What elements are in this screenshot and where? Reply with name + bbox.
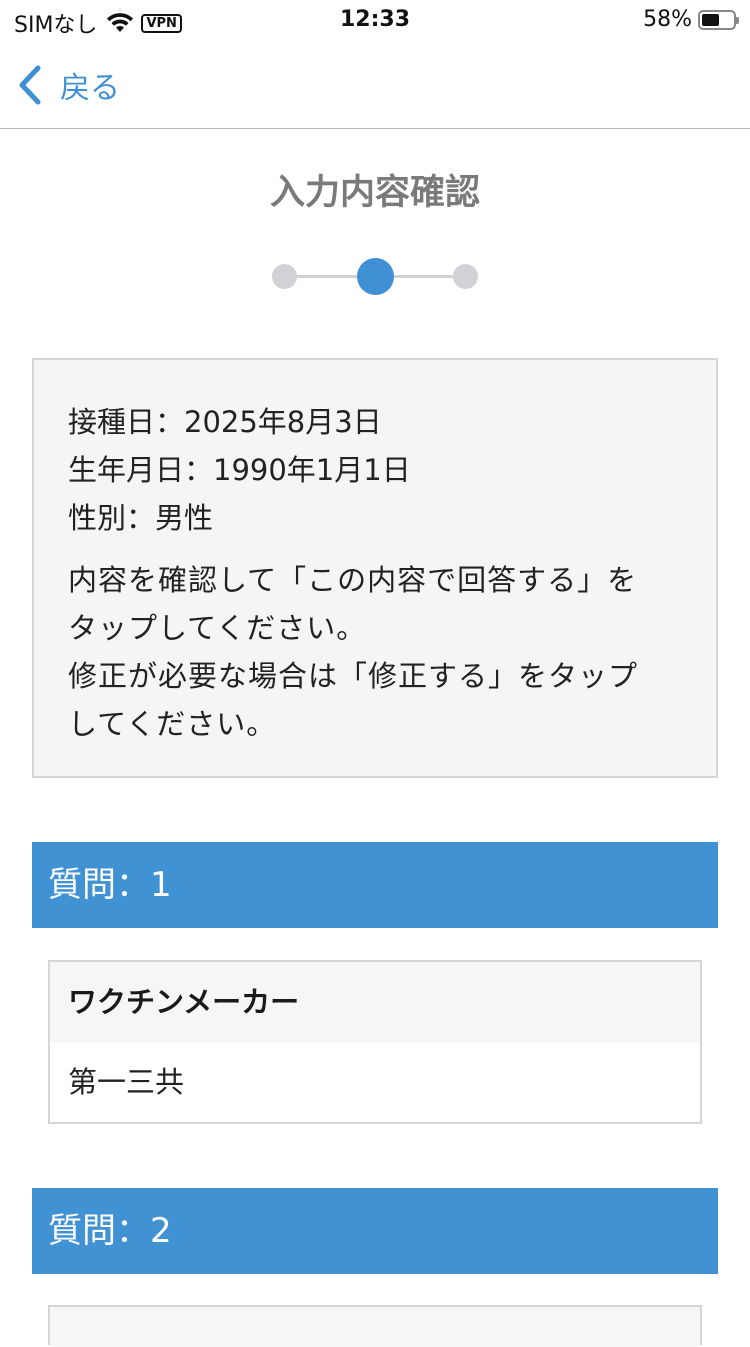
step-2-dot-active [357,258,394,295]
status-time: 12:33 [339,7,411,32]
navigation-bar: 戻る [0,42,750,129]
instruction-line: タップしてください。 [68,611,367,645]
step-3-dot [453,264,478,289]
back-label: 戻る [60,71,120,106]
progress-stepper [272,258,478,295]
question-1-header: 質問：1 [32,842,718,928]
question-2-answer-card [48,1305,702,1347]
back-button[interactable]: 戻る [16,62,120,108]
instruction-line: してください。 [68,707,277,741]
status-right: 58% [643,7,739,32]
answer-value: 第一三共 [68,1065,185,1099]
vaccination-date: 接種日：2025年8月3日 [68,405,382,439]
gender: 性別：男性 [68,501,214,535]
birth-date: 生年月日：1990年1月1日 [68,453,411,487]
page-title: 入力内容確認 [269,173,480,213]
status-bar: SIMなし VPN 12:33 58% [0,0,750,42]
summary-box: 接種日：2025年8月3日 生年月日：1990年1月1日 性別：男性 内容を確認… [32,358,718,778]
instruction-line: 修正が必要な場合は「修正する」をタップ [68,659,639,693]
answer-label: ワクチンメーカー [50,962,700,1042]
instructions-text: 内容を確認して「この内容で回答する」を タップしてください。 修正が必要な場合は… [68,556,682,748]
chevron-left-icon [19,65,41,105]
question-1-answer-card: ワクチンメーカー 第一三共 [48,960,702,1124]
answer-label [50,1307,700,1347]
battery-level [702,13,720,26]
question-2-header: 質問：2 [32,1188,718,1274]
instruction-line: 内容を確認して「この内容で回答する」を [68,563,638,597]
step-1-dot [272,264,297,289]
battery-icon [698,9,739,30]
battery-percent: 58% [643,7,692,32]
